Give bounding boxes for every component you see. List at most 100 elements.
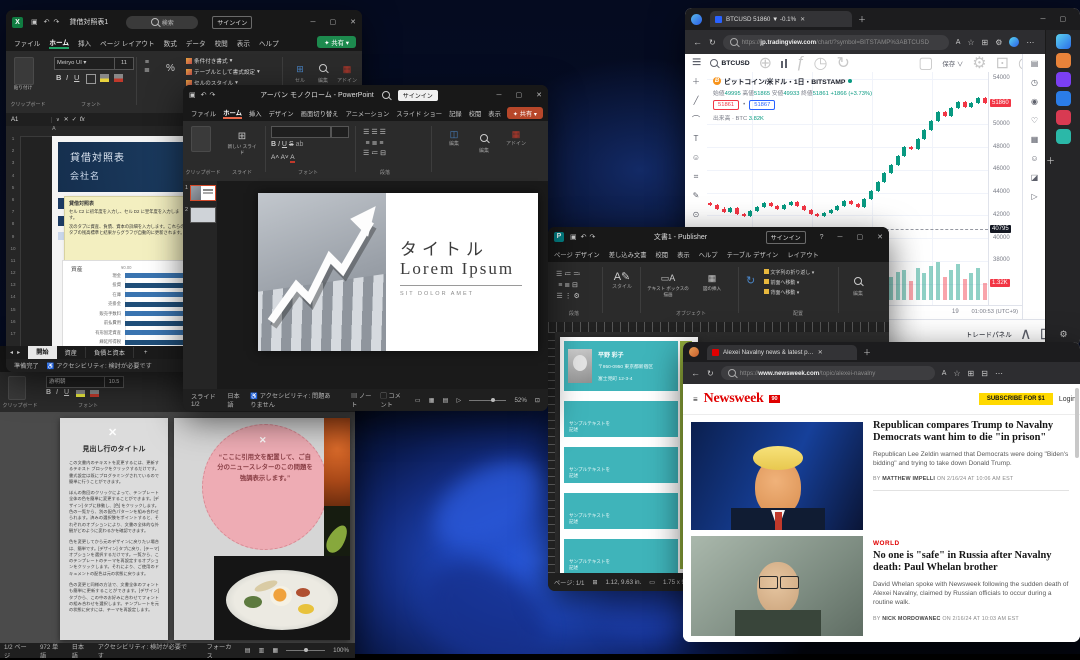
- italic-button[interactable]: I: [66, 73, 68, 82]
- styles-button[interactable]: A✎スタイル: [610, 270, 634, 290]
- excel-share-button[interactable]: ✦ 共有 ▾: [317, 36, 356, 48]
- slide-thumbnail-1[interactable]: [190, 185, 216, 201]
- addins-button[interactable]: ▦アドイン: [503, 129, 529, 147]
- favorites-icon[interactable]: ☆: [967, 38, 974, 47]
- article-photo-whelan[interactable]: [691, 536, 863, 636]
- font-size-select[interactable]: [331, 126, 349, 138]
- author-link[interactable]: NICK MORDOWANEC: [882, 616, 940, 622]
- pattern-tool-icon[interactable]: ⌗: [685, 167, 707, 186]
- slide-canvas[interactable]: タイトル Lorem Ipsum SIT DOLOR AMET: [258, 193, 538, 351]
- shadow-button[interactable]: ab: [296, 141, 304, 148]
- border-button[interactable]: [86, 74, 96, 84]
- redo-icon[interactable]: ↷: [590, 233, 596, 241]
- sell-button[interactable]: 51861: [713, 100, 739, 110]
- column-header[interactable]: A: [52, 126, 56, 132]
- paste-button[interactable]: [14, 57, 34, 85]
- card-text-block[interactable]: サンプルテキストを記述: [564, 493, 678, 529]
- cells-button[interactable]: ⊞セル: [289, 59, 311, 84]
- paste-button[interactable]: [8, 376, 26, 400]
- underline-button[interactable]: U: [74, 73, 79, 82]
- underline-button[interactable]: U: [64, 389, 69, 396]
- comments-button[interactable]: ▢ コメント: [381, 391, 407, 409]
- sidebar-settings-icon[interactable]: ⚙: [1046, 329, 1080, 340]
- fib-icon[interactable]: ⌒: [685, 110, 707, 129]
- vertical-ruler[interactable]: [548, 332, 555, 573]
- maximize-button[interactable]: ▢: [1060, 15, 1067, 23]
- back-icon[interactable]: ←: [693, 37, 702, 47]
- settings-icon[interactable]: ⚙: [972, 53, 986, 73]
- browser-tab[interactable]: BTCUSD 51860 ▼ -0.1% ✕: [710, 11, 852, 27]
- hotlist-icon[interactable]: ◉: [1023, 92, 1046, 111]
- font-color-button[interactable]: [90, 390, 99, 397]
- sheet-tab[interactable]: 資産: [57, 347, 86, 358]
- accessibility-status[interactable]: ♿ アクセシビリティ: 検討が必要です: [47, 361, 152, 370]
- arrange-button[interactable]: ◫編集: [441, 129, 467, 147]
- read-aloud-icon[interactable]: A: [942, 370, 947, 377]
- paste-button[interactable]: [191, 126, 211, 152]
- insert-picture-button[interactable]: ▦図の挿入: [692, 268, 732, 292]
- slideshow-icon[interactable]: ▷: [456, 397, 461, 404]
- search-icon[interactable]: [382, 86, 390, 104]
- more-menu-icon[interactable]: ⋯: [995, 369, 1003, 378]
- replay-icon[interactable]: ↻: [836, 53, 849, 73]
- word-zoom-level[interactable]: 100%: [333, 647, 349, 654]
- name-box[interactable]: A1: [6, 117, 52, 123]
- font-grow-icon[interactable]: A˄: [271, 154, 279, 161]
- layout-icon[interactable]: ▢: [918, 53, 933, 73]
- zoom-slider[interactable]: [469, 400, 506, 401]
- sheet-nav-left-icon[interactable]: ◂: [10, 349, 13, 356]
- reading-view-icon[interactable]: ▤: [443, 397, 449, 404]
- author-link[interactable]: MATTHEW IMPELLI: [882, 476, 935, 482]
- brush-tool-icon[interactable]: ✎: [685, 186, 707, 205]
- fill-color-button[interactable]: [100, 74, 109, 82]
- indicators-icon[interactable]: ƒ: [796, 54, 805, 72]
- word-language[interactable]: 日本語: [72, 642, 90, 659]
- undo-icon[interactable]: ↶: [44, 18, 50, 26]
- enter-icon[interactable]: ✓: [72, 116, 77, 123]
- publisher-page[interactable]: 平野 彩子 〒950-0950 東京都新宿区 富士見町 12-3-4 サンプルテ…: [560, 337, 698, 573]
- compare-icon[interactable]: ⊕: [759, 53, 772, 73]
- fx-icon[interactable]: fx: [80, 116, 85, 123]
- edge-profile-avatar[interactable]: [691, 14, 702, 25]
- align-icons[interactable]: ≡≣: [144, 59, 150, 74]
- signin-button[interactable]: サインイン: [212, 16, 252, 29]
- collections-icon[interactable]: ⊞: [968, 369, 975, 378]
- favorites-icon[interactable]: ☆: [953, 369, 960, 378]
- minimize-button[interactable]: ─: [838, 234, 843, 241]
- designer-app-icon[interactable]: [1056, 91, 1071, 106]
- new-slide-button[interactable]: ⊞新しい スライド: [227, 126, 257, 156]
- web-view-icon[interactable]: ▦: [272, 647, 278, 654]
- help-button[interactable]: ?: [820, 234, 824, 241]
- highlight-button[interactable]: [76, 390, 85, 397]
- powerpoint-zoom-level[interactable]: 52%: [514, 397, 526, 404]
- slide-indicator[interactable]: スライド 1/2: [191, 392, 219, 408]
- close-button[interactable]: ✕: [536, 91, 542, 99]
- font-color-button[interactable]: [114, 74, 123, 82]
- text-tool-icon[interactable]: T: [685, 129, 707, 148]
- italic-button[interactable]: I: [56, 389, 58, 396]
- chat-icon[interactable]: ◪: [1023, 168, 1046, 187]
- split-screen-icon[interactable]: ⊟: [981, 369, 988, 378]
- collections-icon[interactable]: ⊞: [982, 38, 989, 47]
- refresh-icon[interactable]: ↻: [707, 369, 714, 378]
- minimize-button[interactable]: ─: [311, 19, 316, 26]
- minimize-button[interactable]: ─: [497, 92, 502, 99]
- read-view-icon[interactable]: ▤: [245, 647, 251, 654]
- word-page-1[interactable]: ✕ 見出し行のタイトル この文書内のテキストを変更するには、更新するテキスト ブ…: [60, 418, 168, 640]
- card-text-block[interactable]: サンプルテキストを記述: [564, 539, 678, 575]
- article-photo-trump[interactable]: [691, 422, 863, 530]
- emoji-tool-icon[interactable]: ☺: [685, 148, 707, 167]
- site-menu-icon[interactable]: ≡: [693, 395, 698, 404]
- people-icon[interactable]: ☺: [1023, 149, 1046, 168]
- italic-button[interactable]: I: [278, 141, 280, 148]
- copilot-icon[interactable]: [1009, 37, 1019, 47]
- print-view-icon[interactable]: ▥: [259, 647, 265, 654]
- addins-button[interactable]: ▦アドイン: [336, 59, 358, 84]
- watchlist-icon[interactable]: ▤: [1023, 54, 1046, 73]
- slide-tagline[interactable]: SIT DOLOR AMET: [400, 291, 474, 297]
- font-size-select[interactable]: 11: [114, 57, 134, 70]
- calendar-icon[interactable]: ▦: [1023, 130, 1046, 149]
- sorter-view-icon[interactable]: ▦: [429, 397, 435, 404]
- ideas-icon[interactable]: ♡: [1023, 111, 1046, 130]
- close-button[interactable]: ✕: [877, 233, 883, 241]
